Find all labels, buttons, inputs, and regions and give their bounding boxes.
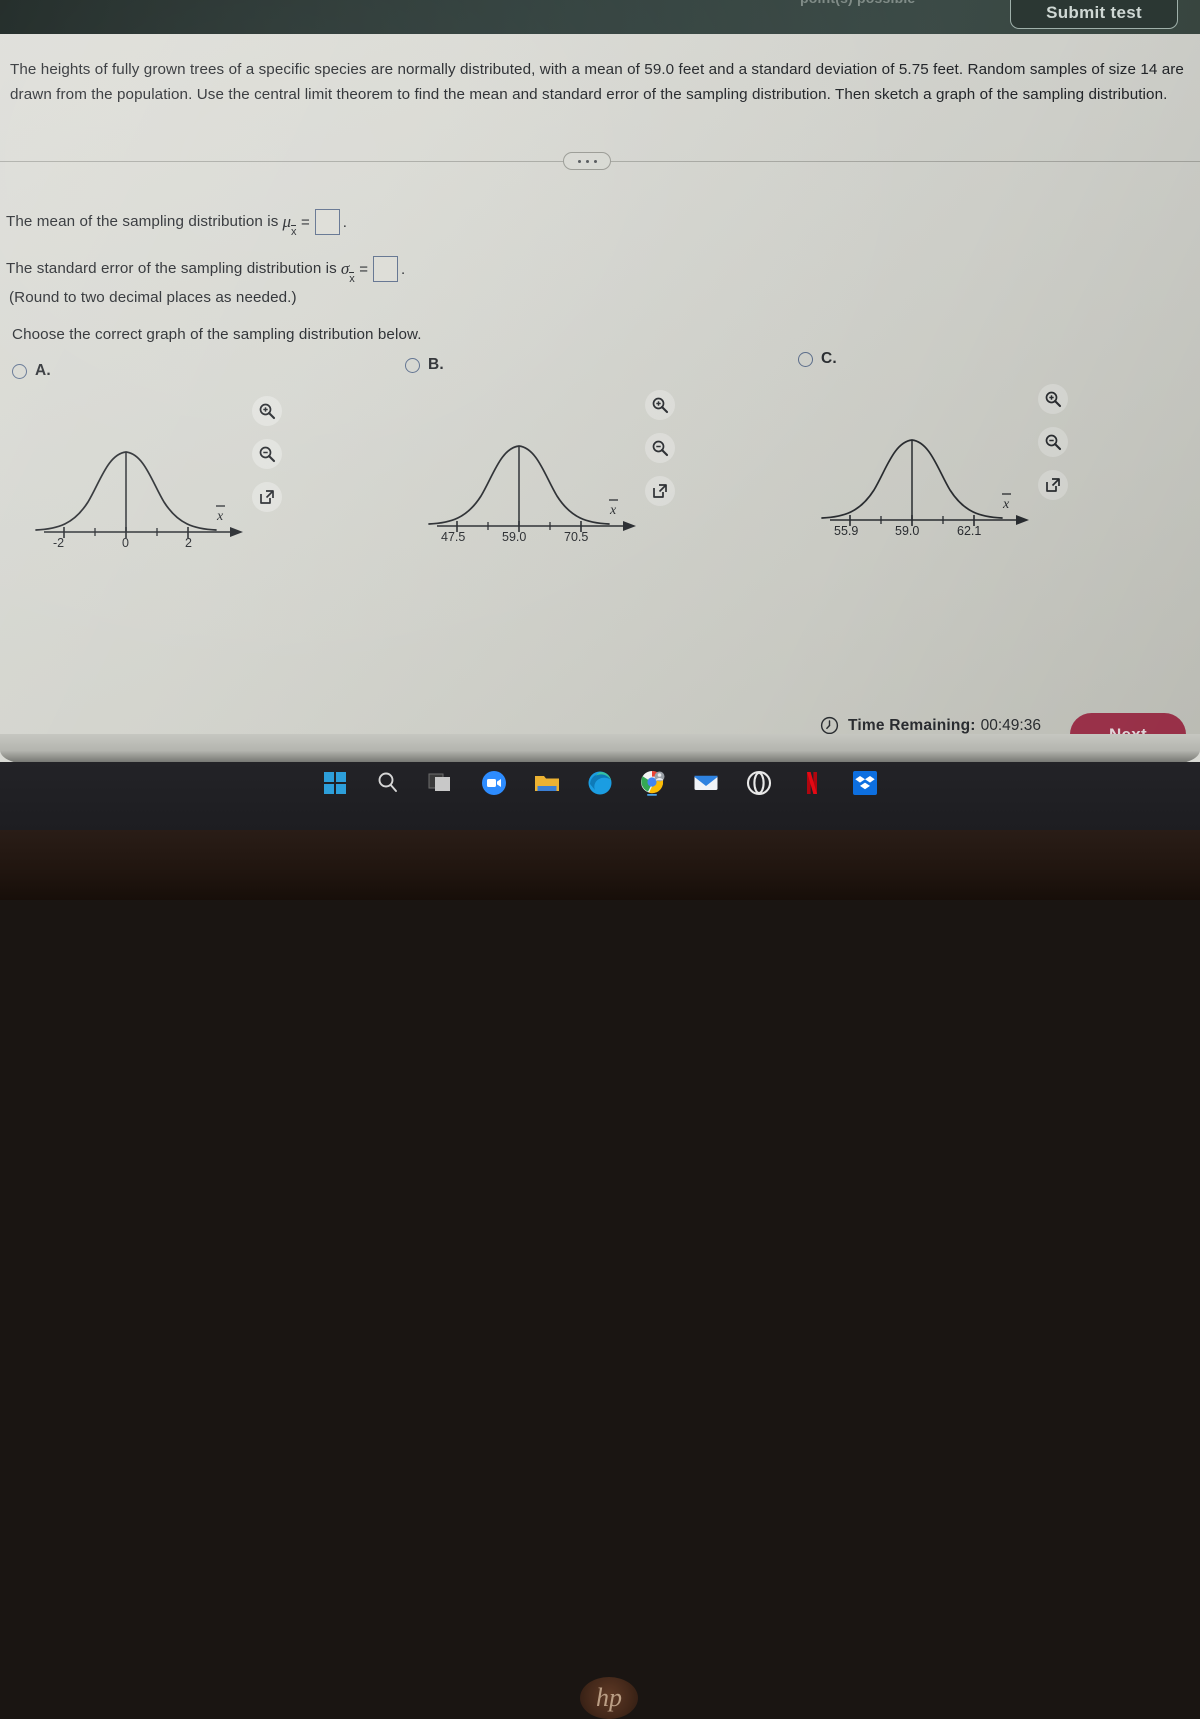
time-remaining-block: Time Remaining: 00:49:36: [820, 716, 1041, 735]
opera-browser-icon[interactable]: [746, 770, 776, 800]
zoom-out-icon[interactable]: [252, 439, 282, 469]
mail-icon[interactable]: [693, 770, 723, 800]
submit-test-button[interactable]: Submit test: [1010, 0, 1178, 29]
tick-label: -2: [53, 536, 65, 550]
zoom-in-icon[interactable]: [252, 396, 282, 426]
zoom-in-icon[interactable]: [645, 390, 675, 420]
standard-error-statement-row: The standard error of the sampling distr…: [6, 256, 406, 285]
choice-c-graph: x 55.9 59.0 62.1: [798, 372, 1078, 557]
choice-b-letter: B.: [428, 356, 444, 373]
svg-text:x: x: [1002, 497, 1010, 512]
tick-label: 62.1: [957, 524, 982, 538]
mu-xbar-symbol: μx: [282, 212, 296, 238]
windows-start-icon[interactable]: [322, 770, 352, 800]
svg-text:x: x: [216, 509, 224, 524]
choose-graph-instruction: Choose the correct graph of the sampling…: [12, 326, 422, 343]
dropbox-icon[interactable]: [852, 770, 882, 800]
choice-b-graph: x 47.5 59.0 70.5: [405, 378, 685, 563]
mean-input-field[interactable]: [314, 209, 340, 235]
clock-icon: [820, 716, 839, 735]
choice-a-graph: x -2 0 2: [12, 384, 292, 569]
photo-of-laptop-screen: point(s) possible Submit test The height…: [0, 0, 1200, 1719]
tick-label: 70.5: [564, 530, 589, 544]
radio-button-c[interactable]: [798, 351, 813, 367]
file-explorer-icon[interactable]: [534, 770, 564, 800]
choice-a-letter: A.: [35, 362, 51, 379]
choice-c-letter: C.: [821, 350, 837, 367]
sigma-glyph: σ: [340, 259, 350, 278]
dot: [577, 159, 581, 163]
laptop-bezel: hp: [0, 830, 1200, 1719]
zoom-out-icon[interactable]: [645, 433, 675, 463]
answer-choice-b[interactable]: B. x 47.5 59.0 70.5: [405, 356, 685, 563]
period: .: [342, 213, 347, 231]
mean-prompt-label: The mean of the sampling distribution is: [6, 212, 279, 230]
svg-text:x: x: [609, 503, 617, 518]
zoom-app-icon[interactable]: [481, 770, 511, 800]
tick-label: 0: [122, 536, 129, 550]
open-in-new-icon[interactable]: [645, 476, 675, 506]
tick-label: 47.5: [441, 530, 466, 544]
choice-b-graph-tools: [645, 390, 675, 506]
rounding-note: (Round to two decimal places as needed.): [9, 289, 297, 306]
question-sheet: The heights of fully grown trees of a sp…: [0, 34, 1200, 756]
chrome-browser-icon[interactable]: [640, 770, 670, 800]
radio-button-b[interactable]: [405, 357, 420, 373]
open-in-new-icon[interactable]: [1038, 470, 1068, 500]
period: .: [401, 260, 406, 278]
dot: [593, 159, 597, 163]
answer-choice-c[interactable]: C. x 55.9 59.0 62.1: [798, 350, 1078, 557]
dot: [585, 159, 589, 163]
choice-c-header[interactable]: C.: [798, 350, 1078, 368]
test-top-bar: point(s) possible Submit test: [0, 0, 1200, 34]
xbar-subscript: x: [349, 272, 355, 285]
screen-bottom-edge: [0, 734, 1200, 762]
time-remaining-label: Time Remaining:: [848, 716, 976, 734]
xbar-subscript: x: [291, 225, 297, 238]
time-remaining-value: 00:49:36: [980, 716, 1041, 734]
windows-taskbar: [0, 762, 1200, 830]
tick-label: 2: [185, 536, 192, 550]
equals-sign: =: [359, 260, 369, 278]
taskbar-icon-tray: [322, 770, 882, 800]
tick-label: 55.9: [834, 524, 859, 538]
more-options-button[interactable]: [563, 152, 611, 170]
tick-label: 59.0: [895, 524, 920, 538]
task-view-icon[interactable]: [428, 770, 458, 800]
radio-button-a[interactable]: [12, 363, 27, 379]
search-icon[interactable]: [375, 770, 405, 800]
hp-logo: hp: [580, 1677, 638, 1719]
standard-error-input-field[interactable]: [373, 256, 399, 282]
sigma-xbar-symbol: σx: [340, 259, 355, 285]
question-stem: The heights of fully grown trees of a sp…: [10, 61, 1184, 103]
test-application-window: point(s) possible Submit test The height…: [0, 0, 1200, 762]
mu-glyph: μ: [282, 212, 291, 231]
choice-c-graph-tools: [1038, 384, 1068, 500]
choice-a-graph-tools: [252, 396, 282, 512]
open-in-new-icon[interactable]: [252, 482, 282, 512]
points-possible-text: point(s) possible: [800, 0, 915, 6]
answer-choice-a[interactable]: A. x -2 0 2: [12, 362, 292, 569]
choice-b-header[interactable]: B.: [405, 356, 685, 374]
equals-sign: =: [301, 213, 310, 231]
zoom-out-icon[interactable]: [1038, 427, 1068, 457]
zoom-in-icon[interactable]: [1038, 384, 1068, 414]
choice-a-header[interactable]: A.: [12, 362, 292, 380]
edge-browser-icon[interactable]: [587, 770, 617, 800]
se-prompt-label: The standard error of the sampling distr…: [6, 259, 337, 277]
netflix-icon[interactable]: [799, 770, 829, 800]
mean-statement-row: The mean of the sampling distribution is…: [6, 209, 347, 238]
tick-label: 59.0: [502, 530, 527, 544]
